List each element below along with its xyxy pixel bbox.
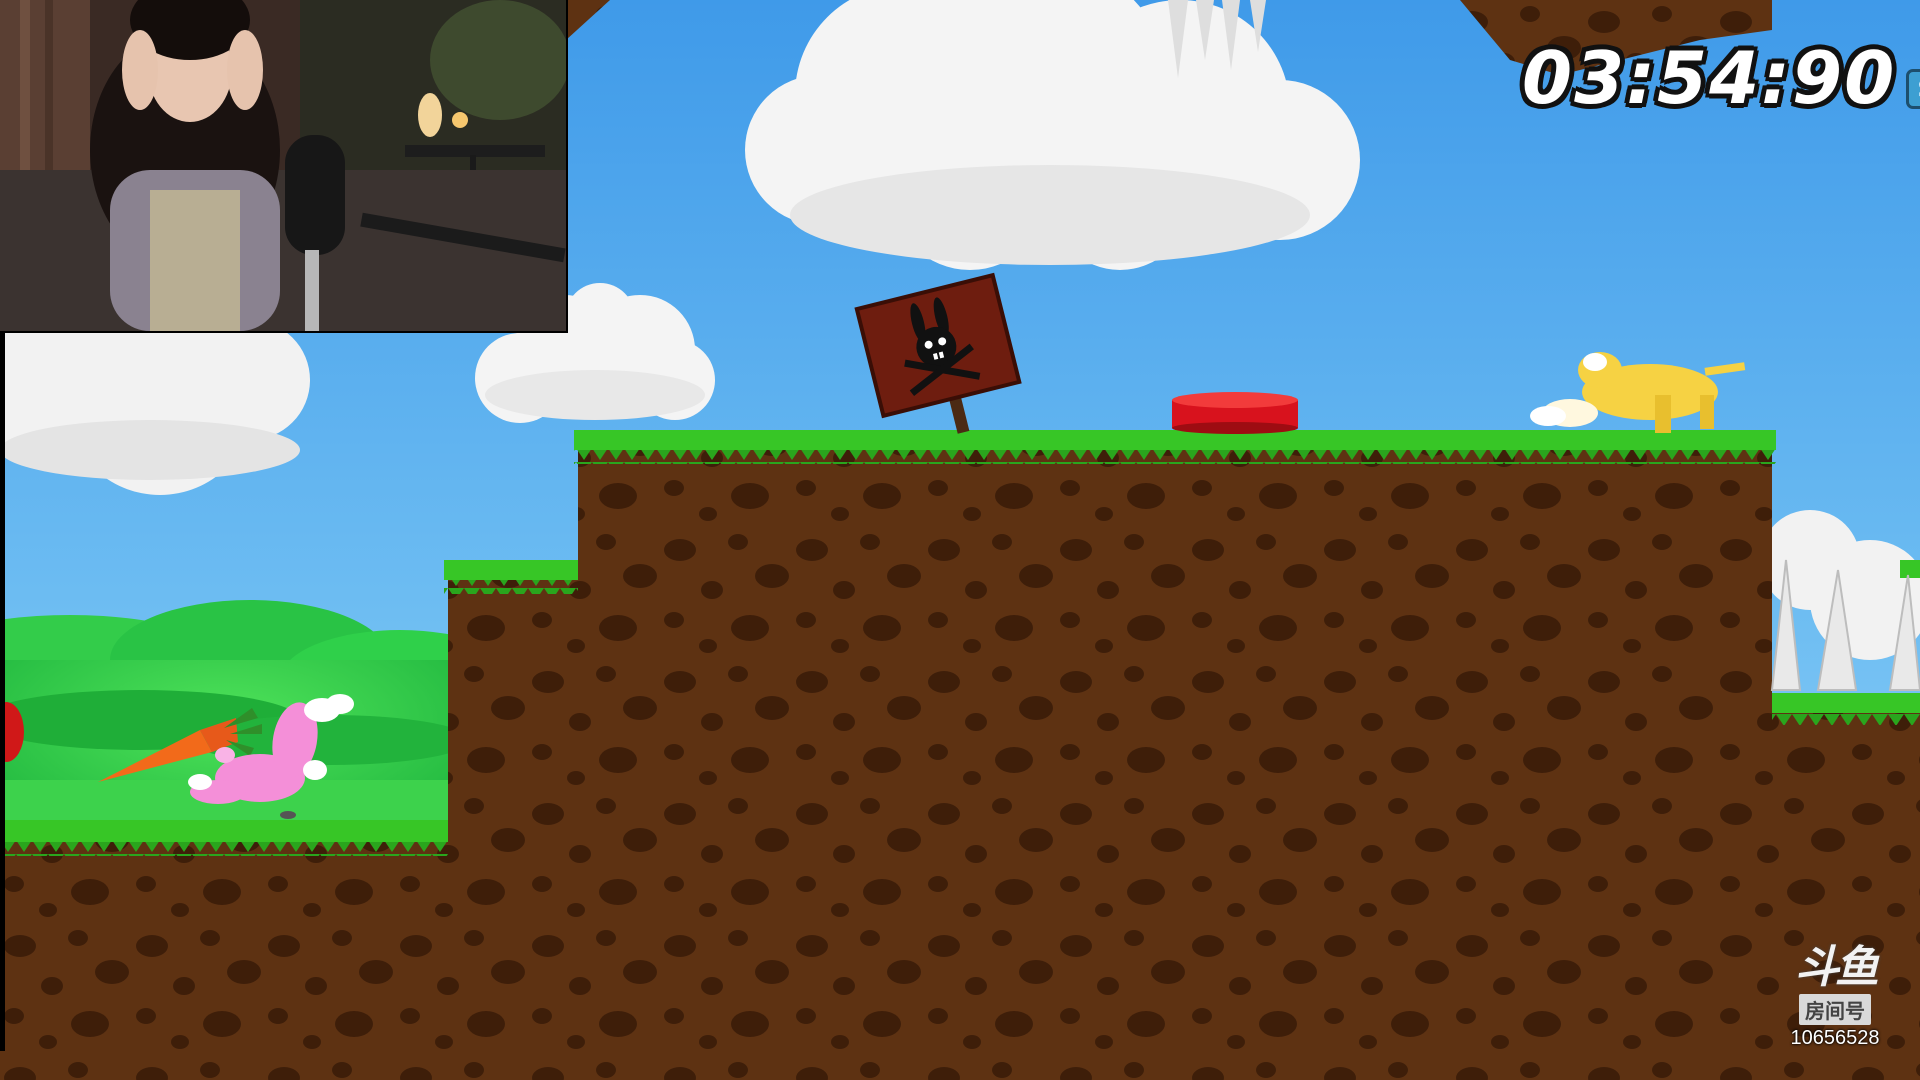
speedrun-timer: 03:54:90 S (1522, 36, 1920, 120)
left-edge-strip (0, 331, 5, 1051)
small-rock (280, 811, 296, 819)
streamer-webcam (0, 0, 568, 333)
ground-step (444, 560, 578, 1080)
red-pressure-button (1172, 392, 1298, 434)
room-label: 房间号 (1799, 994, 1871, 1025)
ground-left (0, 820, 448, 1080)
timer-value: 03:54:90 (1522, 36, 1897, 120)
douyu-watermark: 斗鱼 房间号 10656528 (1782, 944, 1888, 1050)
room-number: 10656528 (1790, 1027, 1880, 1049)
webcam-feed-icon (0, 0, 566, 331)
douyu-logo: 斗鱼 (1795, 942, 1879, 993)
timer-rank-badge: S (1906, 69, 1920, 109)
cloud-left-edge (0, 305, 310, 495)
ground-plateau (574, 430, 1776, 1080)
